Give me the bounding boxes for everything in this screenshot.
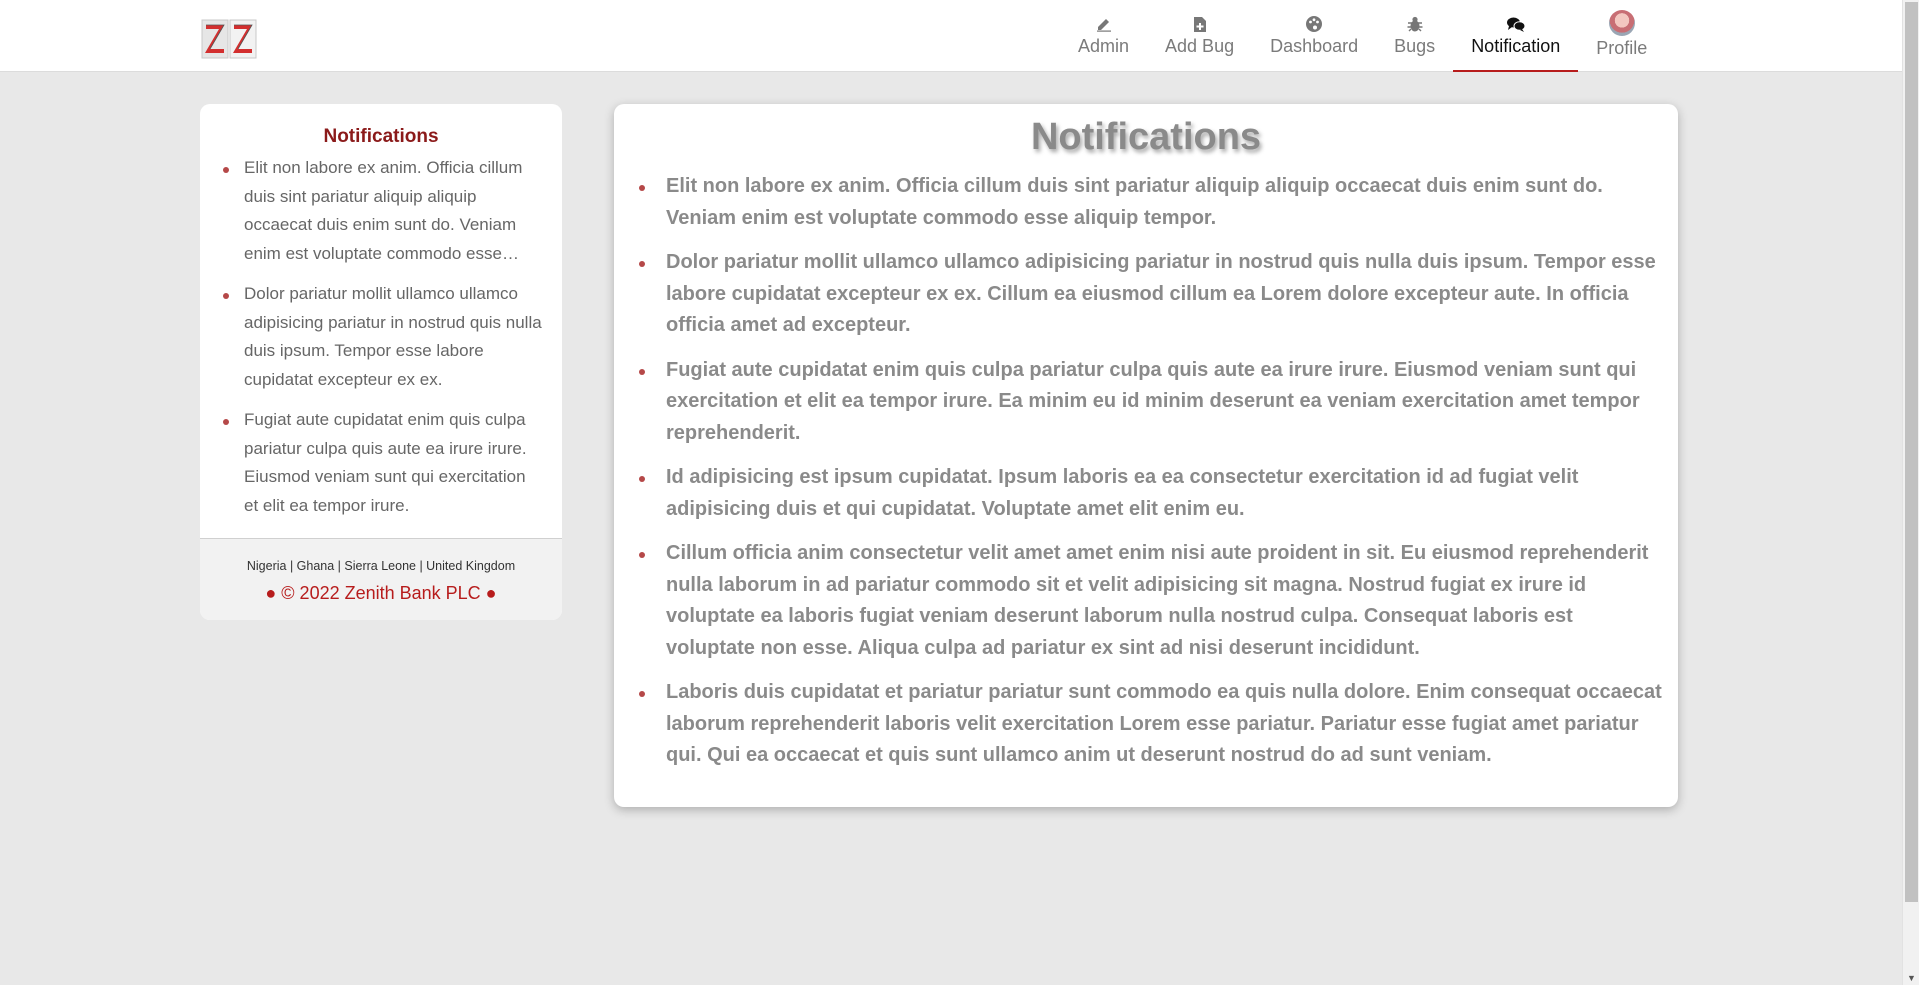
notification-list: Elit non labore ex anim. Officia cillum … bbox=[630, 171, 1662, 772]
nav-add-bug[interactable]: Add Bug bbox=[1147, 0, 1252, 72]
notifications-panel: Notifications Elit non labore ex anim. O… bbox=[614, 104, 1678, 807]
bug-icon bbox=[1405, 14, 1425, 34]
nav-profile[interactable]: Profile bbox=[1578, 0, 1665, 72]
sidebar-notification-item[interactable]: Fugiat aute cupidatat enim quis culpa pa… bbox=[220, 406, 542, 520]
sidebar-notification-text: Elit non labore ex anim. Officia cillum … bbox=[244, 158, 523, 263]
sidebar-notification-item[interactable]: Elit non labore ex anim. Officia cillum … bbox=[220, 154, 542, 268]
sidebar-notification-text: Fugiat aute cupidatat enim quis culpa pa… bbox=[244, 410, 527, 515]
palette-icon bbox=[1304, 14, 1324, 34]
notification-item: Elit non labore ex anim. Officia cillum … bbox=[630, 171, 1662, 234]
notification-item: Fugiat aute cupidatat enim quis culpa pa… bbox=[630, 355, 1662, 450]
file-plus-icon bbox=[1190, 14, 1210, 34]
page-title: Notifications bbox=[1030, 116, 1262, 158]
nav-dashboard[interactable]: Dashboard bbox=[1252, 0, 1376, 72]
zenith-logo[interactable] bbox=[200, 16, 260, 62]
scroll-down-arrow-icon[interactable]: ▼ bbox=[1903, 971, 1919, 985]
nav-add-bug-label: Add Bug bbox=[1165, 36, 1235, 56]
nav-bugs[interactable]: Bugs bbox=[1376, 0, 1453, 72]
top-navbar: Admin Add Bug Dashboard Bugs Notificatio… bbox=[0, 0, 1902, 72]
notifications-sidebar: Notifications Elit non labore ex anim. O… bbox=[200, 104, 562, 620]
sidebar-footer: Nigeria | Ghana | Sierra Leone | United … bbox=[200, 538, 562, 620]
nav-notification-label: Notification bbox=[1471, 36, 1561, 56]
copyright-text: ● © 2022 Zenith Bank PLC ● bbox=[265, 583, 497, 603]
pencil-icon bbox=[1094, 14, 1114, 34]
nav-admin[interactable]: Admin bbox=[1060, 0, 1147, 72]
page-scrollbar[interactable]: ▼ bbox=[1902, 0, 1919, 985]
chat-bubbles-icon bbox=[1506, 14, 1526, 34]
nav-dashboard-label: Dashboard bbox=[1270, 36, 1359, 56]
scrollbar-thumb[interactable] bbox=[1905, 2, 1918, 902]
sidebar-notification-list: Elit non labore ex anim. Officia cillum … bbox=[200, 154, 562, 538]
nav-profile-label: Profile bbox=[1596, 38, 1648, 58]
main-nav: Admin Add Bug Dashboard Bugs Notificatio… bbox=[1060, 0, 1665, 72]
sidebar-title: Notifications bbox=[323, 126, 439, 147]
sidebar-notification-item[interactable]: Dolor pariatur mollit ullamco ullamco ad… bbox=[220, 280, 542, 394]
sidebar-notification-text: Dolor pariatur mollit ullamco ullamco ad… bbox=[244, 284, 542, 389]
avatar bbox=[1608, 10, 1635, 36]
notification-item: Id adipisicing est ipsum cupidatat. Ipsu… bbox=[630, 462, 1662, 525]
notification-item: Dolor pariatur mollit ullamco ullamco ad… bbox=[630, 247, 1662, 342]
notification-item: Laboris duis cupidatat et pariatur paria… bbox=[630, 677, 1662, 772]
nav-notification[interactable]: Notification bbox=[1453, 0, 1579, 72]
notification-item: Cillum officia anim consectetur velit am… bbox=[630, 538, 1662, 664]
nav-admin-label: Admin bbox=[1078, 36, 1130, 56]
nav-bugs-label: Bugs bbox=[1394, 36, 1436, 56]
countries-text: Nigeria | Ghana | Sierra Leone | United … bbox=[246, 559, 516, 573]
